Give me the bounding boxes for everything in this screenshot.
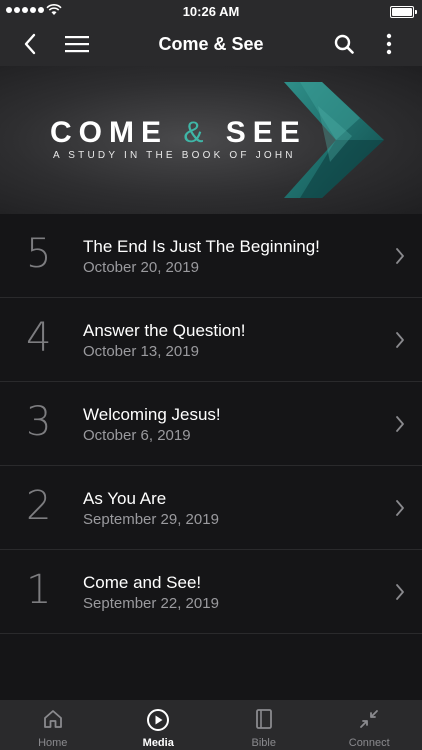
more-vertical-icon <box>386 33 392 55</box>
chevron-right-icon <box>396 248 404 264</box>
chevron-right-icon <box>396 332 404 348</box>
play-icon <box>147 709 170 731</box>
banner-title: COME & SEE <box>50 116 307 150</box>
sermon-date: October 6, 2019 <box>83 427 191 444</box>
connect-icon <box>360 710 379 728</box>
list-item[interactable]: 2 As You Are September 29, 2019 <box>0 466 422 550</box>
tab-label: Connect <box>348 737 390 749</box>
search-icon <box>334 34 354 54</box>
status-bar: 10:26 AM <box>0 0 422 22</box>
tab-label: Bible <box>251 737 276 749</box>
banner-title-amp: & <box>183 116 211 149</box>
tab-media[interactable]: Media <box>106 700 212 750</box>
sermon-date: October 20, 2019 <box>83 259 199 276</box>
sermon-title: Answer the Question! <box>83 321 246 340</box>
book-icon <box>255 709 272 729</box>
chevron-right-icon <box>396 416 404 432</box>
series-banner: COME & SEE A STUDY IN THE BOOK OF JOHN <box>0 66 422 214</box>
page-title: Come & See <box>158 34 264 54</box>
tab-bar: Home Media Bible Connect <box>0 700 422 750</box>
sermon-date: October 13, 2019 <box>83 343 199 360</box>
tab-label: Home <box>38 737 68 749</box>
list-item[interactable]: 3 Welcoming Jesus! October 6, 2019 <box>0 382 422 466</box>
chevron-right-icon <box>396 500 404 516</box>
tab-home[interactable]: Home <box>0 700 106 750</box>
sermon-number: 3 <box>26 399 52 445</box>
chevron-right-icon <box>396 584 404 600</box>
more-options-button[interactable] <box>375 30 403 58</box>
sermon-title: As You Are <box>83 489 167 508</box>
sermon-number: 5 <box>26 231 52 277</box>
status-time: 10:26 AM <box>182 4 240 19</box>
sermon-title: Welcoming Jesus! <box>83 405 221 424</box>
home-icon <box>43 710 62 728</box>
tab-connect[interactable]: Connect <box>317 700 422 750</box>
sermon-number: 2 <box>26 483 52 529</box>
sermon-list: 5 The End Is Just The Beginning! October… <box>0 214 422 634</box>
list-item[interactable]: 1 Come and See! September 22, 2019 <box>0 550 422 634</box>
banner-title-see: SEE <box>225 116 307 149</box>
tab-bible[interactable]: Bible <box>211 700 317 750</box>
sermon-title: Come and See! <box>83 573 202 592</box>
sermon-date: September 22, 2019 <box>83 595 219 612</box>
sermon-number: 4 <box>26 315 52 361</box>
sermon-number: 1 <box>26 567 52 613</box>
search-button[interactable] <box>330 30 358 58</box>
sermon-date: September 29, 2019 <box>83 511 219 528</box>
list-item[interactable]: 5 The End Is Just The Beginning! October… <box>0 214 422 298</box>
tab-label: Media <box>142 737 174 749</box>
navigation-bar: Come & See <box>0 22 422 66</box>
battery-icon <box>390 6 417 18</box>
banner-title-come: COME <box>50 116 168 149</box>
sermon-title: The End Is Just The Beginning! <box>83 237 320 256</box>
banner-subtitle: A STUDY IN THE BOOK OF JOHN <box>53 150 296 161</box>
list-item[interactable]: 4 Answer the Question! October 13, 2019 <box>0 298 422 382</box>
